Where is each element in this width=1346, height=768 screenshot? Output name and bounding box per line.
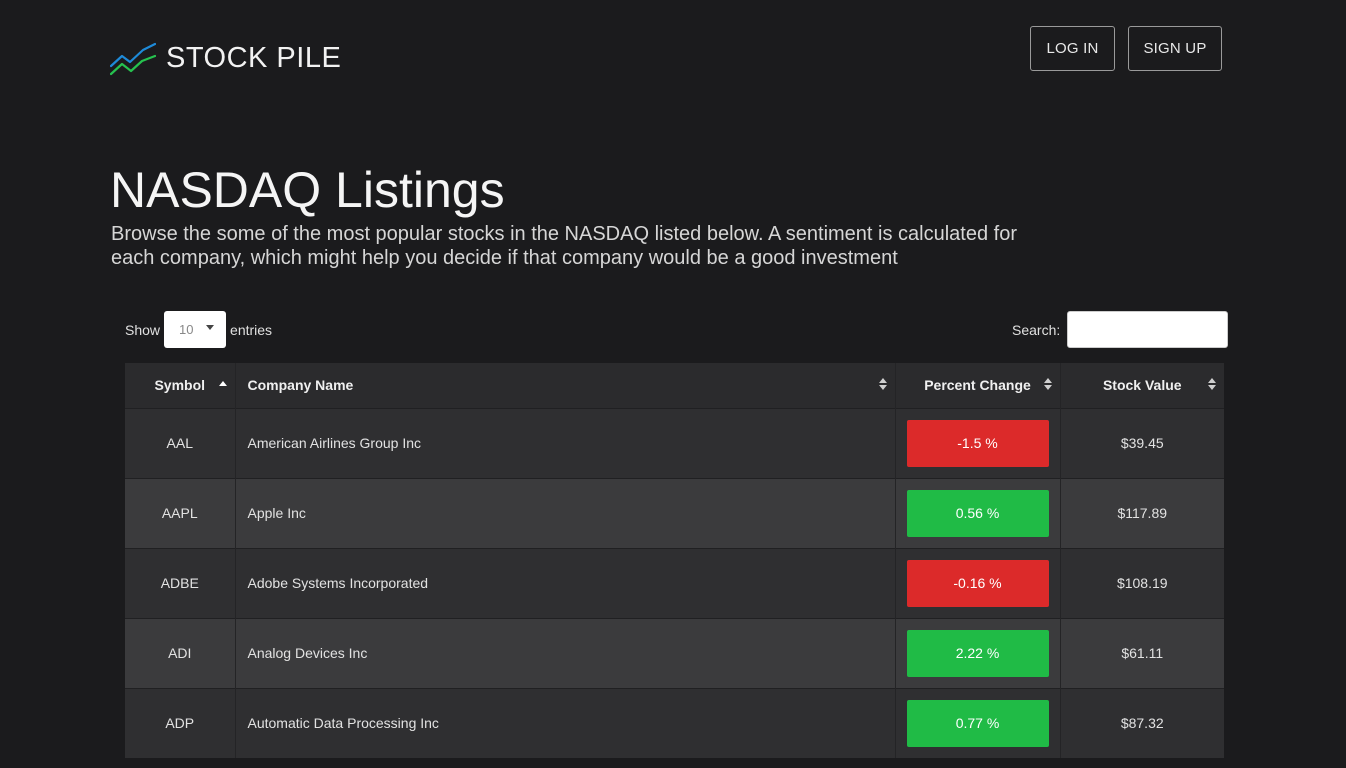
- cell-stock-value: $108.19: [1116, 575, 1168, 591]
- caret-down-icon: [206, 325, 215, 330]
- login-button[interactable]: LOG IN: [1030, 26, 1115, 71]
- column-header-stock-value[interactable]: Stock Value: [1060, 363, 1224, 408]
- percent-change-badge: 2.22 %: [906, 629, 1049, 677]
- sort-both-icon: [1043, 378, 1052, 390]
- cell-symbol: AAL: [125, 408, 236, 478]
- table-search-control: Search:: [1012, 311, 1229, 348]
- percent-change-badge: -0.16 %: [906, 559, 1049, 607]
- search-label: Search:: [1012, 321, 1061, 338]
- brand-name: STOCK PILE: [166, 42, 342, 74]
- listings-table: Symbol Company Name Percent Change Stock…: [125, 363, 1224, 758]
- table-row[interactable]: AAL American Airlines Group Inc -1.5 % $39.…: [125, 408, 1224, 478]
- column-header-company[interactable]: Company Name: [235, 363, 896, 408]
- cell-stock-value: $39.45: [1120, 435, 1164, 451]
- cell-percent-change: 0.77 %: [895, 688, 1061, 758]
- cell-symbol: AAPL: [125, 478, 236, 548]
- search-input[interactable]: [1067, 311, 1229, 348]
- signup-button[interactable]: SIGN UP: [1128, 26, 1222, 71]
- cell-company-name: Automatic Data Processing Inc: [235, 688, 896, 758]
- percent-change-badge: 0.56 %: [906, 489, 1049, 537]
- sort-both-icon: [1208, 378, 1216, 390]
- entries-select-value: 10: [179, 322, 194, 337]
- percent-change-badge: -1.5 %: [906, 419, 1049, 467]
- page: STOCK PILE LOG IN SIGN UP NASDAQ Listing…: [0, 0, 1346, 768]
- cell-company-name: American Airlines Group Inc: [235, 408, 896, 478]
- cell-company-name: Adobe Systems Incorporated: [235, 548, 896, 618]
- cell-percent-change: -1.5 %: [895, 408, 1061, 478]
- cell-percent-change: 2.22 %: [895, 618, 1061, 688]
- column-header-label: Symbol: [154, 377, 206, 394]
- column-header-label: Stock Value: [1102, 377, 1182, 394]
- cell-symbol: ADP: [125, 688, 236, 758]
- page-title: NASDAQ Listings: [110, 162, 505, 218]
- page-subtitle: Browse the some of the most popular stoc…: [111, 223, 1017, 269]
- cell-company-name: Analog Devices Inc: [235, 618, 896, 688]
- column-header-symbol[interactable]: Symbol: [125, 363, 236, 408]
- table-body: AAL American Airlines Group Inc -1.5 % $39.…: [125, 408, 1224, 758]
- brand-home-link[interactable]: STOCK PILE: [110, 40, 341, 76]
- cell-stock-value: $87.32: [1120, 715, 1164, 732]
- cell-percent-change: 0.56 %: [895, 478, 1061, 548]
- percent-change-badge: 0.77 %: [906, 699, 1049, 747]
- cell-company-name: Apple Inc: [235, 478, 896, 548]
- entries-label: entries: [230, 321, 273, 338]
- entries-length-control: Show 10 entries: [125, 311, 272, 348]
- table-row[interactable]: AAPL Apple Inc 0.56 % $117.89: [125, 478, 1224, 548]
- cell-symbol: ADBE: [125, 548, 236, 618]
- table-header-row: Symbol Company Name Percent Change Stock…: [125, 363, 1224, 408]
- stock-chart-logo-icon: [110, 42, 156, 76]
- column-header-label: Percent Change: [924, 377, 1031, 394]
- cell-stock-value: $61.11: [1121, 645, 1164, 661]
- cell-stock-value: $117.89: [1117, 505, 1168, 521]
- column-header-percent-change[interactable]: Percent Change: [895, 363, 1061, 408]
- cell-percent-change: -0.16 %: [895, 548, 1061, 618]
- table-row[interactable]: ADP Automatic Data Processing Inc 0.77 % $8…: [125, 688, 1224, 758]
- table-row[interactable]: ADBE Adobe Systems Incorporated -0.16 % $10…: [125, 548, 1224, 618]
- column-header-label: Company Name: [247, 377, 354, 394]
- sort-both-icon: [878, 378, 887, 390]
- sort-ascending-icon: [218, 378, 227, 390]
- show-label: Show: [125, 321, 161, 338]
- table-row[interactable]: ADI Analog Devices Inc 2.22 % $61.11: [125, 618, 1224, 688]
- cell-symbol: ADI: [125, 618, 236, 688]
- entries-select[interactable]: 10: [164, 311, 227, 348]
